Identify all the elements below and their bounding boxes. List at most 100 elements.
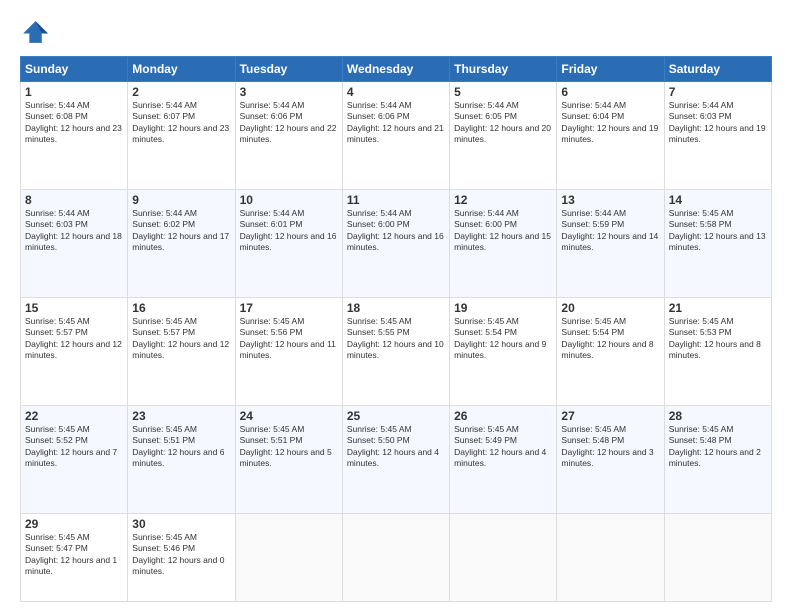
day-info: Sunrise: 5:45 AM Sunset: 5:56 PM Dayligh… [240, 316, 338, 362]
day-number: 7 [669, 85, 767, 99]
day-number: 12 [454, 193, 552, 207]
header-sunday: Sunday [21, 57, 128, 82]
day-info: Sunrise: 5:44 AM Sunset: 6:07 PM Dayligh… [132, 100, 230, 146]
logo-icon [20, 18, 48, 46]
day-info: Sunrise: 5:45 AM Sunset: 5:48 PM Dayligh… [561, 424, 659, 470]
header-friday: Friday [557, 57, 664, 82]
day-info: Sunrise: 5:45 AM Sunset: 5:58 PM Dayligh… [669, 208, 767, 254]
day-cell: 10 Sunrise: 5:44 AM Sunset: 6:01 PM Dayl… [235, 189, 342, 297]
day-cell: 8 Sunrise: 5:44 AM Sunset: 6:03 PM Dayli… [21, 189, 128, 297]
day-info: Sunrise: 5:44 AM Sunset: 6:00 PM Dayligh… [454, 208, 552, 254]
day-number: 23 [132, 409, 230, 423]
day-number: 26 [454, 409, 552, 423]
day-info: Sunrise: 5:45 AM Sunset: 5:57 PM Dayligh… [132, 316, 230, 362]
day-cell: 19 Sunrise: 5:45 AM Sunset: 5:54 PM Dayl… [450, 297, 557, 405]
header-thursday: Thursday [450, 57, 557, 82]
calendar-row: 22 Sunrise: 5:45 AM Sunset: 5:52 PM Dayl… [21, 405, 772, 513]
empty-cell [342, 513, 449, 601]
empty-cell [664, 513, 771, 601]
day-cell: 18 Sunrise: 5:45 AM Sunset: 5:55 PM Dayl… [342, 297, 449, 405]
calendar-row: 1 Sunrise: 5:44 AM Sunset: 6:08 PM Dayli… [21, 82, 772, 190]
header-monday: Monday [128, 57, 235, 82]
day-info: Sunrise: 5:45 AM Sunset: 5:51 PM Dayligh… [132, 424, 230, 470]
day-info: Sunrise: 5:45 AM Sunset: 5:49 PM Dayligh… [454, 424, 552, 470]
day-number: 10 [240, 193, 338, 207]
day-number: 25 [347, 409, 445, 423]
day-cell: 15 Sunrise: 5:45 AM Sunset: 5:57 PM Dayl… [21, 297, 128, 405]
day-number: 28 [669, 409, 767, 423]
day-info: Sunrise: 5:44 AM Sunset: 6:08 PM Dayligh… [25, 100, 123, 146]
day-cell: 12 Sunrise: 5:44 AM Sunset: 6:00 PM Dayl… [450, 189, 557, 297]
day-number: 27 [561, 409, 659, 423]
day-cell: 20 Sunrise: 5:45 AM Sunset: 5:54 PM Dayl… [557, 297, 664, 405]
header [20, 18, 772, 46]
day-number: 24 [240, 409, 338, 423]
day-cell: 5 Sunrise: 5:44 AM Sunset: 6:05 PM Dayli… [450, 82, 557, 190]
day-info: Sunrise: 5:44 AM Sunset: 6:00 PM Dayligh… [347, 208, 445, 254]
day-number: 6 [561, 85, 659, 99]
header-wednesday: Wednesday [342, 57, 449, 82]
header-tuesday: Tuesday [235, 57, 342, 82]
day-number: 11 [347, 193, 445, 207]
day-cell: 2 Sunrise: 5:44 AM Sunset: 6:07 PM Dayli… [128, 82, 235, 190]
day-cell: 30 Sunrise: 5:45 AM Sunset: 5:46 PM Dayl… [128, 513, 235, 601]
day-cell: 29 Sunrise: 5:45 AM Sunset: 5:47 PM Dayl… [21, 513, 128, 601]
day-info: Sunrise: 5:44 AM Sunset: 6:05 PM Dayligh… [454, 100, 552, 146]
day-cell: 6 Sunrise: 5:44 AM Sunset: 6:04 PM Dayli… [557, 82, 664, 190]
day-cell: 3 Sunrise: 5:44 AM Sunset: 6:06 PM Dayli… [235, 82, 342, 190]
weekday-header-row: Sunday Monday Tuesday Wednesday Thursday… [21, 57, 772, 82]
day-number: 19 [454, 301, 552, 315]
day-cell: 27 Sunrise: 5:45 AM Sunset: 5:48 PM Dayl… [557, 405, 664, 513]
day-info: Sunrise: 5:44 AM Sunset: 6:03 PM Dayligh… [25, 208, 123, 254]
calendar-row: 15 Sunrise: 5:45 AM Sunset: 5:57 PM Dayl… [21, 297, 772, 405]
empty-cell [450, 513, 557, 601]
day-cell: 22 Sunrise: 5:45 AM Sunset: 5:52 PM Dayl… [21, 405, 128, 513]
day-cell: 16 Sunrise: 5:45 AM Sunset: 5:57 PM Dayl… [128, 297, 235, 405]
day-cell: 4 Sunrise: 5:44 AM Sunset: 6:06 PM Dayli… [342, 82, 449, 190]
empty-cell [235, 513, 342, 601]
day-cell: 28 Sunrise: 5:45 AM Sunset: 5:48 PM Dayl… [664, 405, 771, 513]
day-info: Sunrise: 5:45 AM Sunset: 5:54 PM Dayligh… [561, 316, 659, 362]
day-cell: 13 Sunrise: 5:44 AM Sunset: 5:59 PM Dayl… [557, 189, 664, 297]
header-saturday: Saturday [664, 57, 771, 82]
day-info: Sunrise: 5:45 AM Sunset: 5:48 PM Dayligh… [669, 424, 767, 470]
day-info: Sunrise: 5:45 AM Sunset: 5:55 PM Dayligh… [347, 316, 445, 362]
day-info: Sunrise: 5:44 AM Sunset: 5:59 PM Dayligh… [561, 208, 659, 254]
calendar-row: 29 Sunrise: 5:45 AM Sunset: 5:47 PM Dayl… [21, 513, 772, 601]
day-info: Sunrise: 5:45 AM Sunset: 5:51 PM Dayligh… [240, 424, 338, 470]
day-info: Sunrise: 5:45 AM Sunset: 5:54 PM Dayligh… [454, 316, 552, 362]
day-number: 21 [669, 301, 767, 315]
day-cell: 17 Sunrise: 5:45 AM Sunset: 5:56 PM Dayl… [235, 297, 342, 405]
day-cell: 26 Sunrise: 5:45 AM Sunset: 5:49 PM Dayl… [450, 405, 557, 513]
day-info: Sunrise: 5:45 AM Sunset: 5:57 PM Dayligh… [25, 316, 123, 362]
day-number: 30 [132, 517, 230, 531]
day-cell: 11 Sunrise: 5:44 AM Sunset: 6:00 PM Dayl… [342, 189, 449, 297]
day-info: Sunrise: 5:45 AM Sunset: 5:52 PM Dayligh… [25, 424, 123, 470]
day-cell: 9 Sunrise: 5:44 AM Sunset: 6:02 PM Dayli… [128, 189, 235, 297]
day-number: 2 [132, 85, 230, 99]
day-cell: 1 Sunrise: 5:44 AM Sunset: 6:08 PM Dayli… [21, 82, 128, 190]
day-cell: 25 Sunrise: 5:45 AM Sunset: 5:50 PM Dayl… [342, 405, 449, 513]
page: Sunday Monday Tuesday Wednesday Thursday… [0, 0, 792, 612]
calendar-row: 8 Sunrise: 5:44 AM Sunset: 6:03 PM Dayli… [21, 189, 772, 297]
day-number: 15 [25, 301, 123, 315]
day-info: Sunrise: 5:44 AM Sunset: 6:04 PM Dayligh… [561, 100, 659, 146]
day-info: Sunrise: 5:44 AM Sunset: 6:03 PM Dayligh… [669, 100, 767, 146]
empty-cell [557, 513, 664, 601]
logo [20, 18, 52, 46]
day-info: Sunrise: 5:44 AM Sunset: 6:02 PM Dayligh… [132, 208, 230, 254]
day-number: 13 [561, 193, 659, 207]
day-number: 22 [25, 409, 123, 423]
day-info: Sunrise: 5:45 AM Sunset: 5:50 PM Dayligh… [347, 424, 445, 470]
day-info: Sunrise: 5:45 AM Sunset: 5:53 PM Dayligh… [669, 316, 767, 362]
day-info: Sunrise: 5:45 AM Sunset: 5:46 PM Dayligh… [132, 532, 230, 578]
day-number: 14 [669, 193, 767, 207]
day-number: 17 [240, 301, 338, 315]
day-number: 9 [132, 193, 230, 207]
day-number: 20 [561, 301, 659, 315]
day-number: 16 [132, 301, 230, 315]
day-info: Sunrise: 5:45 AM Sunset: 5:47 PM Dayligh… [25, 532, 123, 578]
day-number: 4 [347, 85, 445, 99]
day-cell: 14 Sunrise: 5:45 AM Sunset: 5:58 PM Dayl… [664, 189, 771, 297]
day-number: 1 [25, 85, 123, 99]
